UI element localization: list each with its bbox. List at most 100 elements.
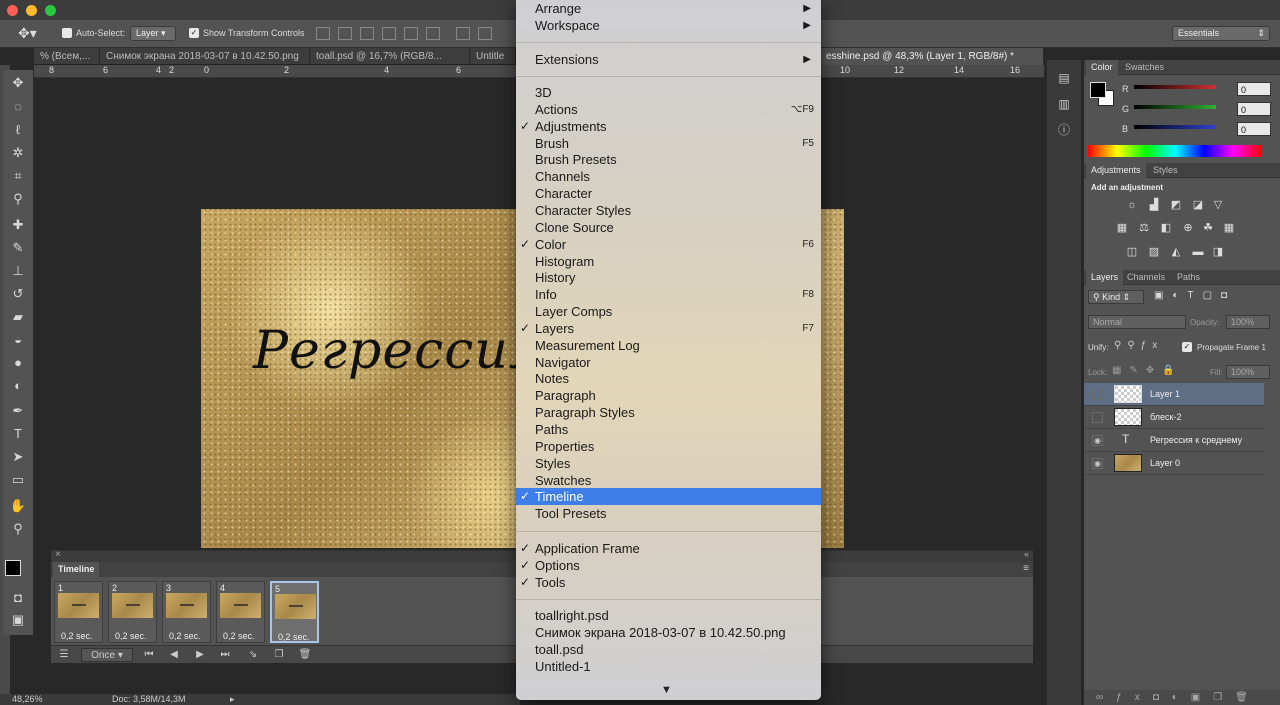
play-icon[interactable]: ▶ — [192, 648, 208, 662]
exposure-icon[interactable]: ◪ — [1190, 197, 1206, 213]
eyedropper-tool-icon[interactable]: ⚲ — [8, 189, 28, 209]
screen-mode-icon[interactable]: ▣ — [8, 610, 28, 630]
tab-paths[interactable]: Paths — [1172, 270, 1205, 285]
visibility-toggle-empty[interactable] — [1092, 412, 1103, 423]
color-lookup-icon[interactable]: ▦ — [1221, 220, 1237, 236]
layer-row-layer-0[interactable]: ◉ Layer 0 — [1084, 452, 1264, 475]
invert-icon[interactable]: ◫ — [1124, 244, 1140, 260]
tab-channels[interactable]: Channels — [1122, 270, 1170, 285]
menu-item-untitled-1[interactable]: Untitled-1 — [516, 658, 821, 675]
convert-timeline-icon[interactable]: ☰ — [56, 648, 72, 662]
menu-item-paths[interactable]: Paths — [516, 421, 821, 438]
animation-frame-4[interactable]: 4 0,2 sec. — [216, 581, 265, 643]
menu-item-brush[interactable]: Brush F5 — [516, 135, 821, 152]
distribute-top-icon[interactable] — [456, 27, 470, 40]
doc-tab-2[interactable]: toall.psd @ 16,7% (RGB/8... — [310, 48, 470, 65]
menu-item-history[interactable]: History — [516, 269, 821, 286]
layer-name[interactable]: Регрессия к среднему — [1150, 435, 1242, 445]
menu-item-swatches[interactable]: Swatches — [516, 472, 821, 489]
align-top-icon[interactable] — [316, 27, 330, 40]
menu-item-снимок-экрана-2018-03-07-в-10-42-50-png[interactable]: Снимок экрана 2018-03-07 в 10.42.50.png — [516, 624, 821, 641]
show-transform-checkbox[interactable]: ✓ — [189, 28, 199, 38]
history-panel-icon[interactable]: ▤ — [1054, 68, 1074, 88]
blue-value[interactable]: 0 — [1237, 122, 1271, 136]
delete-frame-icon[interactable]: 🗑 — [297, 648, 313, 662]
tab-styles[interactable]: Styles — [1148, 163, 1183, 178]
blend-mode-dropdown[interactable]: Normal — [1088, 315, 1186, 329]
info-panel-icon[interactable]: ⓘ — [1054, 120, 1074, 140]
doc-tab-3[interactable]: Untitle — [470, 48, 516, 65]
move-tool-icon[interactable]: ✥ — [8, 73, 28, 93]
menu-item-toallright-psd[interactable]: toallright.psd — [516, 607, 821, 624]
menu-item-brush-presets[interactable]: Brush Presets — [516, 151, 821, 168]
propagate-frame-checkbox[interactable]: ✓ — [1182, 342, 1192, 352]
marquee-tool-icon[interactable]: ◌ — [8, 97, 28, 117]
lock-icons[interactable]: ▦✎✥🔒 — [1112, 365, 1183, 376]
align-right-icon[interactable] — [426, 27, 440, 40]
zoom-window-button[interactable] — [45, 5, 56, 16]
foreground-color-swatch[interactable] — [5, 560, 21, 576]
menu-item-options[interactable]: ✓ Options — [516, 557, 821, 574]
menu-item-3d[interactable]: 3D — [516, 84, 821, 101]
color-foreground-swatch[interactable] — [1090, 82, 1106, 98]
red-value[interactable]: 0 — [1237, 82, 1271, 96]
menu-item-color[interactable]: ✓ Color F6 — [516, 236, 821, 253]
menu-item-tools[interactable]: ✓ Tools — [516, 574, 821, 591]
layer-name[interactable]: Layer 1 — [1150, 389, 1180, 399]
frame-delay[interactable]: 0,2 sec. — [278, 632, 310, 642]
animation-frame-1[interactable]: 1 0,2 sec. — [54, 581, 103, 643]
layer-row-blesk-2[interactable]: блеск-2 — [1084, 406, 1264, 429]
previous-frame-icon[interactable]: ◀ — [166, 648, 182, 662]
history-brush-tool-icon[interactable]: ↺ — [8, 284, 28, 304]
curves-icon[interactable]: ◩ — [1168, 197, 1184, 213]
doc-tab-1[interactable]: Снимок экрана 2018-03-07 в 10.42.50.png — [100, 48, 310, 65]
frame-delay[interactable]: 0,2 sec. — [61, 631, 93, 641]
opacity-input[interactable]: 100% — [1226, 315, 1270, 329]
align-hcenter-icon[interactable] — [404, 27, 418, 40]
black-white-icon[interactable]: ◧ — [1158, 220, 1174, 236]
lasso-tool-icon[interactable]: ℓ — [8, 120, 28, 140]
loop-options-dropdown[interactable]: Once ▾ — [81, 648, 133, 662]
menu-item-styles[interactable]: Styles — [516, 455, 821, 472]
blue-slider[interactable] — [1134, 125, 1216, 129]
threshold-icon[interactable]: ◭ — [1168, 244, 1184, 260]
duplicate-frame-icon[interactable]: ❐ — [271, 648, 287, 662]
rectangle-tool-icon[interactable]: ▭ — [8, 470, 28, 490]
tab-layers[interactable]: Layers — [1086, 270, 1124, 285]
menu-item-extensions[interactable]: Extensions ▶ — [516, 51, 821, 68]
align-bottom-icon[interactable] — [360, 27, 374, 40]
type-tool-icon[interactable]: T — [8, 424, 28, 444]
levels-icon[interactable]: ▟ — [1146, 197, 1162, 213]
minimize-window-button[interactable] — [26, 5, 37, 16]
menu-item-channels[interactable]: Channels — [516, 168, 821, 185]
gradient-map-icon[interactable]: ▬ — [1190, 244, 1206, 260]
menu-item-tool-presets[interactable]: Tool Presets — [516, 505, 821, 522]
menu-item-paragraph-styles[interactable]: Paragraph Styles — [516, 404, 821, 421]
path-selection-tool-icon[interactable]: ➤ — [8, 447, 28, 467]
stamp-tool-icon[interactable]: ⊥ — [8, 261, 28, 281]
menu-item-info[interactable]: Info F8 — [516, 286, 821, 303]
move-tool-preset-icon[interactable]: ✥▾ — [18, 25, 37, 42]
eraser-tool-icon[interactable]: ▰ — [8, 307, 28, 327]
photo-filter-icon[interactable]: ⊕ — [1180, 220, 1196, 236]
animation-frame-3[interactable]: 3 0,2 sec. — [162, 581, 211, 643]
animation-frame-5[interactable]: 5 0,2 sec. — [270, 581, 319, 643]
menu-item-workspace[interactable]: Workspace ▶ — [516, 17, 821, 34]
brightness-contrast-icon[interactable]: ☼ — [1124, 197, 1140, 213]
fill-input[interactable]: 100% — [1226, 365, 1270, 379]
dodge-tool-icon[interactable]: ◐ — [8, 376, 28, 396]
zoom-level[interactable]: 48,26% — [12, 694, 43, 704]
collapse-panel-icon[interactable]: « — [1024, 549, 1029, 559]
tab-swatches[interactable]: Swatches — [1120, 60, 1169, 75]
eye-icon[interactable]: ◉ — [1092, 458, 1103, 469]
vibrance-icon[interactable]: ▽ — [1210, 197, 1226, 213]
menu-item-properties[interactable]: Properties — [516, 438, 821, 455]
layer-name[interactable]: блеск-2 — [1150, 412, 1181, 422]
eye-icon[interactable]: ◉ — [1092, 435, 1103, 446]
menu-item-character-styles[interactable]: Character Styles — [516, 202, 821, 219]
quick-mask-icon[interactable]: ◘ — [8, 588, 28, 608]
status-menu-arrow-icon[interactable]: ▸ — [230, 694, 235, 705]
menu-item-character[interactable]: Character — [516, 185, 821, 202]
workspace-dropdown[interactable]: Essentials ⇕ — [1172, 26, 1270, 41]
red-slider[interactable] — [1134, 85, 1216, 89]
